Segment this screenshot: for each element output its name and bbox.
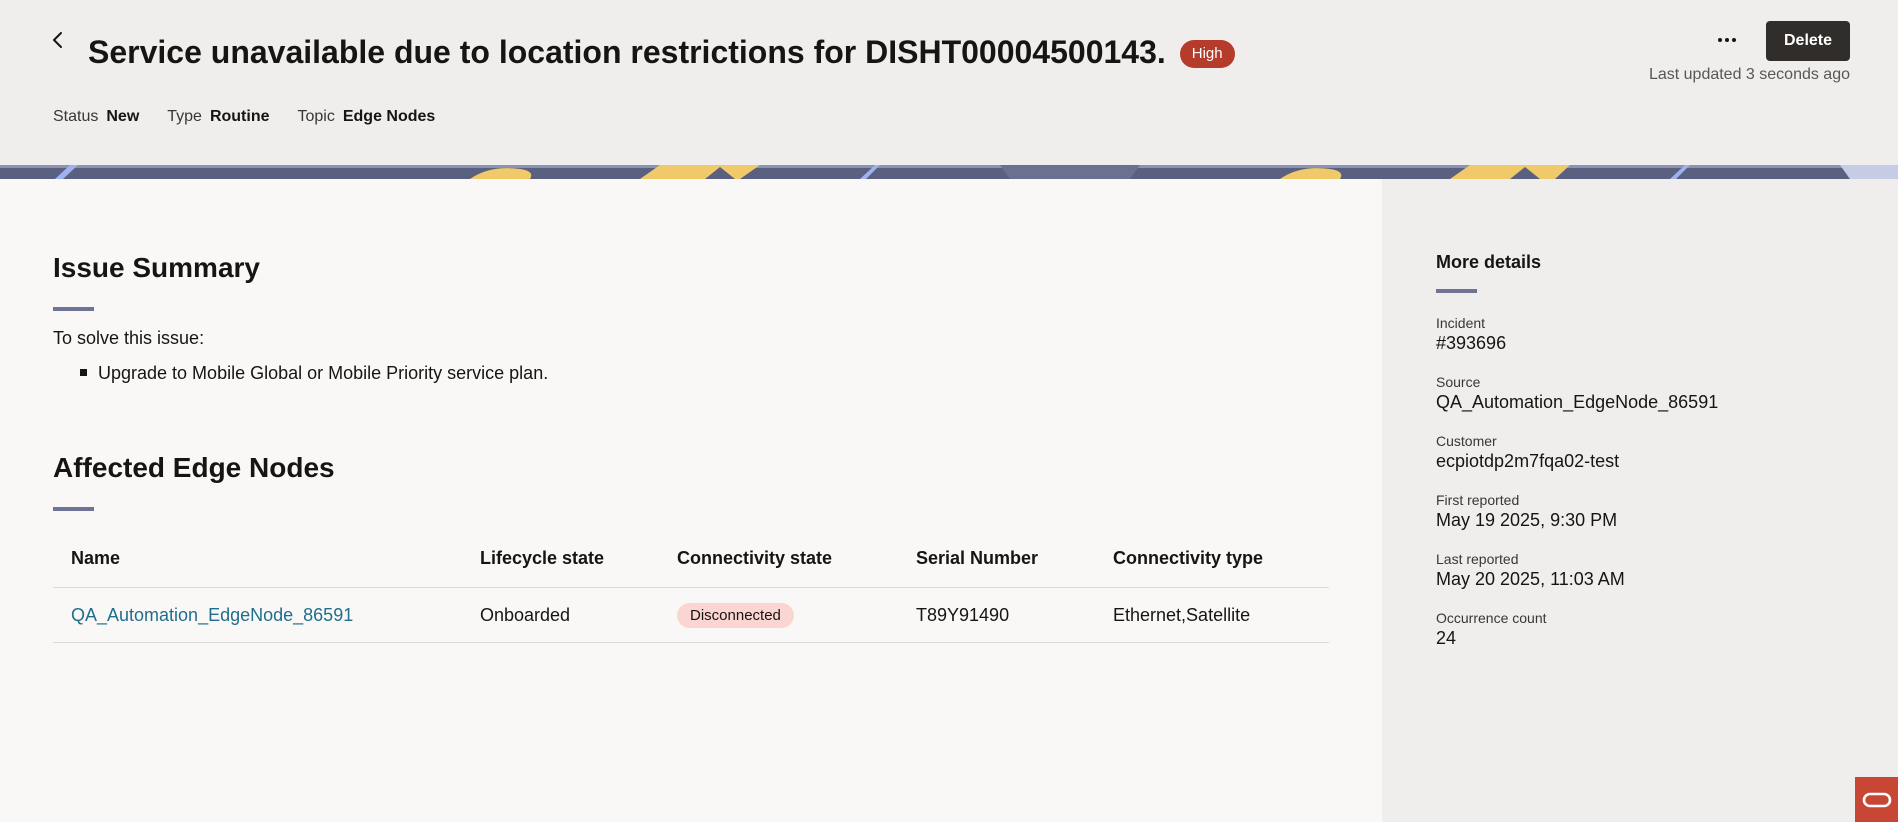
detail-label: Incident [1436, 315, 1486, 331]
meta-topic-label: Topic [297, 108, 335, 125]
edge-node-link[interactable]: QA_Automation_EdgeNode_86591 [71, 605, 353, 626]
detail-label: Occurrence count [1436, 610, 1547, 626]
detail-occurrence-count: Occurrence count 24 [1436, 610, 1547, 649]
more-details-heading: More details [1436, 252, 1542, 272]
meta-type-label: Type [167, 108, 202, 125]
more-details-underline [1436, 289, 1477, 293]
detail-label: Last reported [1436, 551, 1519, 567]
meta-status: Status New [53, 108, 139, 126]
detail-value: QA_Automation_EdgeNode_86591 [1436, 392, 1719, 412]
serial-number-cell: T89Y91490 [916, 604, 1010, 625]
meta-type-value: Routine [209, 108, 270, 125]
delete-button[interactable]: Delete [1766, 21, 1850, 61]
edge-nodes-table: Name Lifecycle state Connectivity state … [53, 530, 1329, 643]
severity-badge: High [1179, 40, 1235, 68]
details-panel: More details Incident #393696 Source QA_… [1382, 179, 1898, 822]
affected-edge-nodes-underline [53, 507, 94, 511]
issue-summary-underline [53, 307, 94, 311]
detail-label: First reported [1436, 492, 1520, 508]
meta-topic: Topic Edge Nodes [298, 108, 436, 126]
table-row: QA_Automation_EdgeNode_86591 Onboarded D… [53, 588, 1329, 643]
summary-step: Upgrade to Mobile Global or Mobile Prior… [80, 363, 548, 384]
issue-meta: Status New Type Routine Topic Edge Nodes [53, 108, 435, 126]
detail-incident: Incident #393696 [1436, 315, 1506, 354]
connectivity-state-cell: Disconnected [677, 588, 794, 642]
summary-steps: Upgrade to Mobile Global or Mobile Prior… [80, 363, 548, 384]
column-header-name[interactable]: Name [71, 530, 120, 587]
connectivity-status-badge: Disconnected [677, 602, 794, 628]
table-header-row: Name Lifecycle state Connectivity state … [53, 530, 1329, 588]
decorative-banner [0, 165, 1898, 179]
detail-customer: Customer ecpiotdp2m7fqa02-test [1436, 433, 1619, 472]
main-content: Issue Summary To solve this issue: Upgra… [0, 179, 1382, 822]
affected-edge-nodes-heading: Affected Edge Nodes [53, 452, 335, 483]
page-title-row: Service unavailable due to location rest… [88, 32, 1235, 72]
detail-label: Source [1436, 374, 1481, 390]
lifecycle-state-cell: Onboarded [480, 604, 571, 625]
detail-value: May 19 2025, 9:30 PM [1436, 510, 1618, 530]
column-header-connectivity-type[interactable]: Connectivity type [1113, 530, 1263, 587]
back-button[interactable] [46, 28, 70, 52]
more-actions-button[interactable] [1710, 22, 1744, 56]
detail-first-reported: First reported May 19 2025, 9:30 PM [1436, 492, 1617, 531]
page-header: Service unavailable due to location rest… [0, 0, 1898, 165]
detail-value: ecpiotdp2m7fqa02-test [1436, 451, 1620, 471]
page-title: Service unavailable due to location rest… [88, 34, 1166, 70]
column-header-serial-number[interactable]: Serial Number [916, 530, 1038, 587]
detail-value: #393696 [1436, 333, 1507, 353]
column-header-lifecycle-state[interactable]: Lifecycle state [480, 530, 604, 587]
column-header-connectivity-state[interactable]: Connectivity state [677, 530, 832, 587]
detail-label: Customer [1436, 433, 1497, 449]
more-horizontal-icon [1718, 38, 1736, 42]
issue-summary-heading: Issue Summary [53, 252, 260, 283]
chevron-left-icon [53, 32, 62, 48]
detail-last-reported: Last reported May 20 2025, 11:03 AM [1436, 551, 1625, 590]
meta-status-label: Status [53, 108, 99, 125]
last-updated-text: Last updated 3 seconds ago [1648, 66, 1850, 83]
oracle-logo-button[interactable] [1855, 777, 1898, 822]
edge-node-name-cell: QA_Automation_EdgeNode_86591 [71, 588, 353, 642]
summary-intro: To solve this issue: [53, 328, 205, 348]
connectivity-type-cell: Ethernet,Satellite [1113, 604, 1251, 625]
detail-source: Source QA_Automation_EdgeNode_86591 [1436, 374, 1718, 413]
meta-type: Type Routine [167, 108, 269, 126]
banner-pattern-graphic [0, 165, 1898, 179]
oracle-logo-icon [1862, 792, 1891, 807]
detail-value: May 20 2025, 11:03 AM [1436, 569, 1625, 589]
detail-value: 24 [1436, 628, 1457, 648]
meta-topic-value: Edge Nodes [342, 108, 436, 125]
meta-status-value: New [106, 108, 140, 125]
